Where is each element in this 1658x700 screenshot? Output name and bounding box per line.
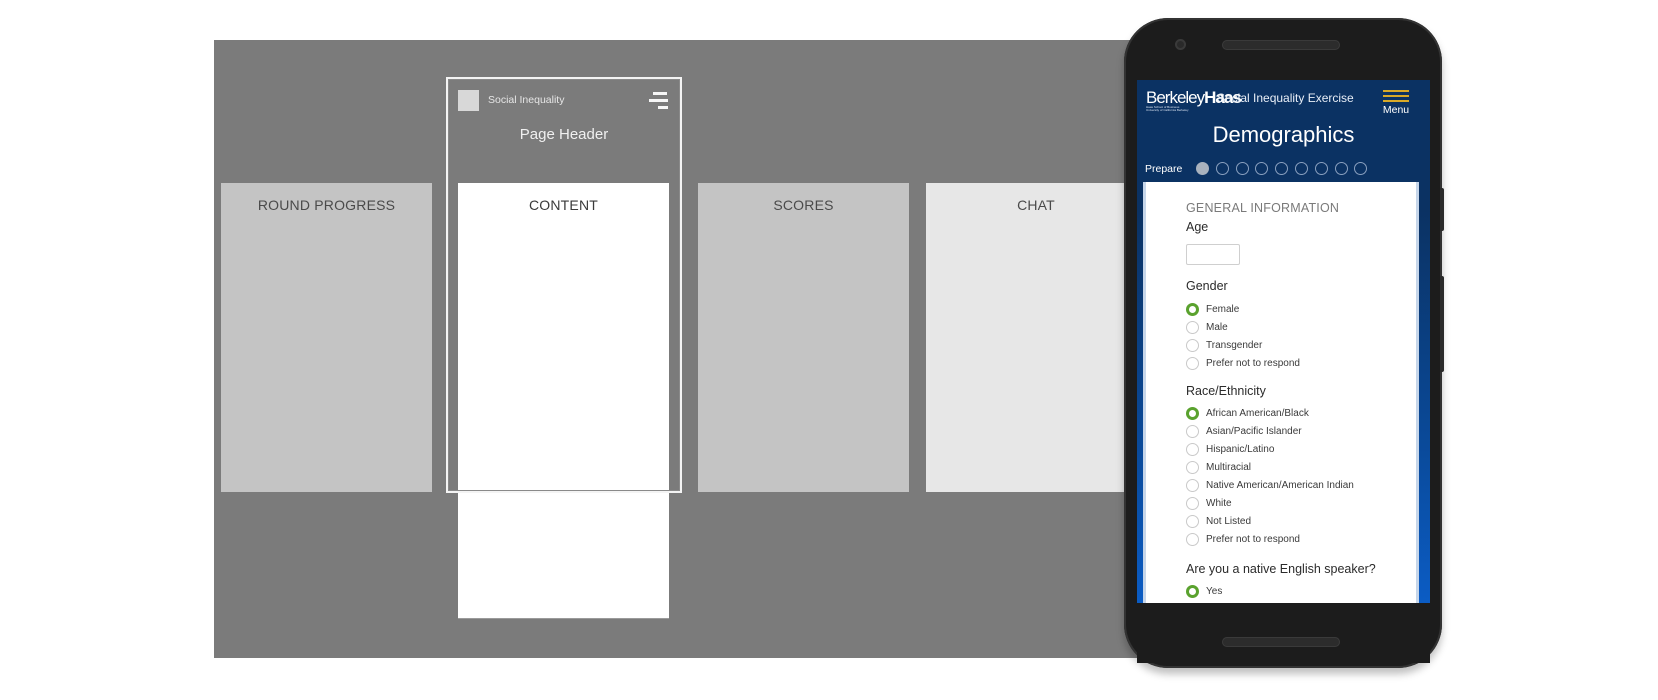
radio-unchecked-icon[interactable] xyxy=(1186,460,1199,474)
round-progress-panel: ROUND PROGRESS xyxy=(221,183,432,492)
scores-panel: SCORES xyxy=(698,183,909,492)
radio-unchecked-icon[interactable] xyxy=(1186,320,1199,334)
chat-panel: CHAT xyxy=(926,183,1146,492)
radio-option[interactable]: Transgender xyxy=(1186,338,1262,354)
radio-option[interactable]: Hispanic/Latino xyxy=(1186,441,1274,457)
radio-checked-icon[interactable] xyxy=(1186,584,1199,598)
volume-button xyxy=(1440,276,1444,372)
menu-label: Menu xyxy=(1382,104,1410,116)
race-label: Race/Ethnicity xyxy=(1186,384,1266,398)
progress-dot xyxy=(1314,162,1328,175)
radio-option-label: Male xyxy=(1206,321,1228,333)
camera-icon xyxy=(1175,39,1186,50)
screen-bottom-bezel xyxy=(1137,603,1430,663)
radio-option-label: Transgender xyxy=(1206,340,1263,352)
menu-button[interactable]: Menu xyxy=(1382,90,1410,116)
age-input[interactable] xyxy=(1186,244,1240,265)
wireframe-menu-icon xyxy=(646,90,670,110)
section-title: GENERAL INFORMATION xyxy=(1186,201,1340,215)
radio-option-label: Native American/American Indian xyxy=(1206,479,1354,491)
radio-unchecked-icon[interactable] xyxy=(1186,478,1199,492)
bottom-speaker-grille xyxy=(1222,637,1340,647)
radio-checked-icon[interactable] xyxy=(1186,406,1199,420)
menu-bar xyxy=(649,99,668,102)
radio-option-label: Multiracial xyxy=(1206,461,1252,473)
menu-bar xyxy=(653,92,667,95)
radio-option-label: Prefer not to respond xyxy=(1206,533,1300,545)
gender-label: Gender xyxy=(1186,279,1228,293)
wireframe-page-header: Page Header xyxy=(519,126,609,143)
radio-option-label: Asian/Pacific Islander xyxy=(1206,425,1302,437)
radio-option[interactable]: Prefer not to respond xyxy=(1186,356,1300,372)
form-card xyxy=(1143,182,1419,622)
menu-bar xyxy=(658,106,668,109)
radio-option[interactable]: Yes xyxy=(1186,583,1222,599)
radio-option-label: Yes xyxy=(1206,585,1223,597)
radio-option[interactable]: Multiracial xyxy=(1186,459,1251,475)
radio-unchecked-icon[interactable] xyxy=(1186,339,1199,353)
radio-option-label: Hispanic/Latino xyxy=(1206,443,1275,455)
age-label: Age xyxy=(1186,220,1209,234)
round-progress-label: ROUND PROGRESS xyxy=(257,197,396,213)
radio-option-label: White xyxy=(1206,497,1232,509)
radio-option[interactable]: Female xyxy=(1186,301,1239,317)
app-title: Social Inequality Exercise xyxy=(1217,91,1354,105)
wireframe-app-title: Social Inequality xyxy=(488,94,565,106)
radio-option[interactable]: White xyxy=(1186,495,1232,511)
radio-option-label: Female xyxy=(1206,303,1240,315)
radio-option-label: Not Listed xyxy=(1206,515,1252,527)
radio-checked-icon[interactable] xyxy=(1186,302,1199,316)
radio-unchecked-icon[interactable] xyxy=(1186,424,1199,438)
progress-dot xyxy=(1235,162,1249,175)
earpiece-speaker xyxy=(1222,40,1340,50)
radio-unchecked-icon[interactable] xyxy=(1186,514,1199,528)
chat-label: CHAT xyxy=(1017,197,1055,213)
progress-step-label: Prepare xyxy=(1145,163,1183,175)
wireframe-logo-placeholder xyxy=(458,90,479,111)
radio-option-label: Prefer not to respond xyxy=(1206,358,1300,370)
scores-label: SCORES xyxy=(773,197,834,213)
page-title: Demographics xyxy=(1212,122,1355,147)
radio-option[interactable]: Asian/Pacific Islander xyxy=(1186,423,1302,439)
radio-option[interactable]: African American/Black xyxy=(1186,405,1309,421)
radio-option[interactable]: Native American/American Indian xyxy=(1186,477,1354,493)
radio-unchecked-icon[interactable] xyxy=(1186,442,1199,456)
radio-unchecked-icon[interactable] xyxy=(1186,532,1199,546)
hamburger-icon xyxy=(1383,100,1409,102)
english-speaker-label: Are you a native English speaker? xyxy=(1186,562,1376,576)
power-button xyxy=(1440,188,1444,231)
progress-dot xyxy=(1215,162,1229,175)
radio-unchecked-icon[interactable] xyxy=(1186,357,1199,371)
hamburger-icon xyxy=(1383,90,1409,92)
logo-subtitle-university: University of California Berkeley xyxy=(1146,108,1189,112)
radio-unchecked-icon[interactable] xyxy=(1186,496,1199,510)
progress-dot xyxy=(1196,162,1209,175)
progress-dot xyxy=(1295,162,1308,175)
radio-option[interactable]: Male xyxy=(1186,319,1228,335)
radio-option[interactable]: Prefer not to respond xyxy=(1186,531,1300,547)
hamburger-icon xyxy=(1383,95,1409,97)
progress-dot xyxy=(1334,162,1348,175)
radio-option-label: African American/Black xyxy=(1206,407,1309,419)
radio-option[interactable]: Not Listed xyxy=(1186,513,1251,529)
